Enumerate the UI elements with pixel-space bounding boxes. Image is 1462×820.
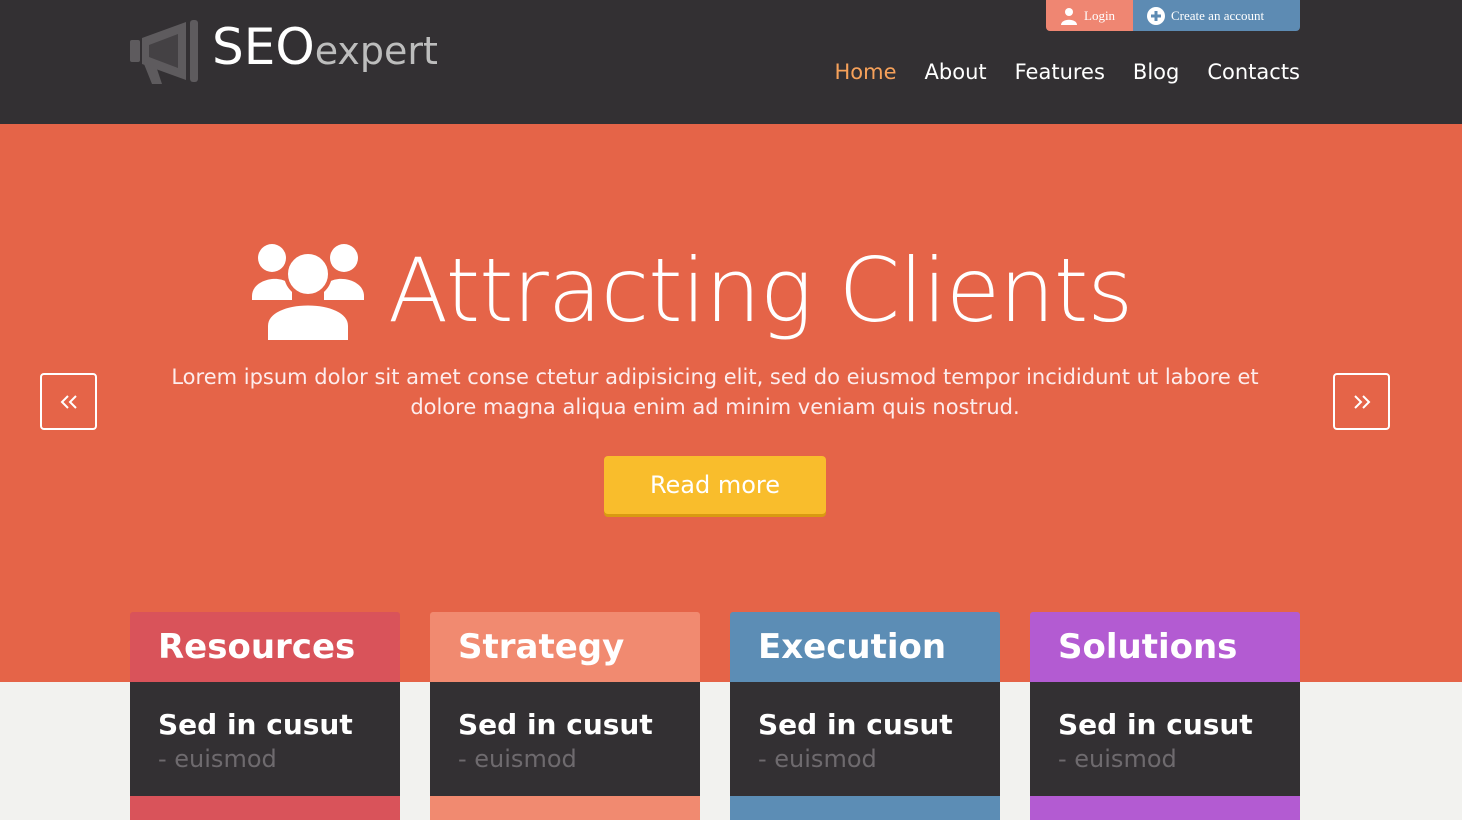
create-account-label: Create an account <box>1171 7 1265 23</box>
card-caption: - euismod <box>1058 744 1177 773</box>
users-group-icon <box>252 244 364 344</box>
nav-item-home[interactable]: Home <box>835 60 897 84</box>
card-subtitle: Sed in cusut <box>1058 708 1253 741</box>
card-subtitle: Sed in cusut <box>758 708 953 741</box>
card-caption: - euismod <box>158 744 277 773</box>
site-header: SEOexpert Login Create an account Home A… <box>0 0 1462 124</box>
user-icon <box>1061 7 1077 25</box>
nav-item-contacts[interactable]: Contacts <box>1207 60 1300 84</box>
hero-title: Attracting Clients <box>388 239 1133 342</box>
card-footer <box>430 796 700 820</box>
megaphone-icon <box>130 20 198 84</box>
card-footer <box>730 796 1000 820</box>
card-body: Sed in cusut - euismod <box>1030 682 1300 796</box>
login-button[interactable]: Login <box>1046 0 1133 31</box>
logo-brand-main: SEO <box>212 18 315 76</box>
hero-title-row: Attracting Clients <box>252 236 1133 346</box>
card-header: Strategy <box>430 612 700 682</box>
card-title: Execution <box>758 627 947 667</box>
card-body: Sed in cusut - euismod <box>730 682 1000 796</box>
card-header: Resources <box>130 612 400 682</box>
card-title: Resources <box>158 627 356 667</box>
site-logo[interactable]: SEOexpert <box>128 18 458 88</box>
double-chevron-right-icon <box>1353 394 1370 409</box>
card-body: Sed in cusut - euismod <box>130 682 400 796</box>
card-title: Solutions <box>1058 627 1238 667</box>
card-body: Sed in cusut - euismod <box>430 682 700 796</box>
main-nav: Home About Features Blog Contacts <box>835 60 1300 84</box>
hero-slider: Attracting Clients Lorem ipsum dolor sit… <box>0 124 1462 682</box>
card-footer <box>130 796 400 820</box>
nav-item-blog[interactable]: Blog <box>1133 60 1179 84</box>
slider-next-button[interactable] <box>1333 373 1390 430</box>
card-strategy[interactable]: Strategy Sed in cusut - euismod <box>430 612 700 820</box>
login-label: Login <box>1084 7 1116 23</box>
card-footer <box>1030 796 1300 820</box>
card-header: Solutions <box>1030 612 1300 682</box>
card-solutions[interactable]: Solutions Sed in cusut - euismod <box>1030 612 1300 820</box>
create-account-button[interactable]: Create an account <box>1133 0 1300 31</box>
nav-item-features[interactable]: Features <box>1015 60 1105 84</box>
card-header: Execution <box>730 612 1000 682</box>
card-execution[interactable]: Execution Sed in cusut - euismod <box>730 612 1000 820</box>
card-title: Strategy <box>458 627 625 667</box>
card-resources[interactable]: Resources Sed in cusut - euismod <box>130 612 400 820</box>
card-subtitle: Sed in cusut <box>158 708 353 741</box>
slider-prev-button[interactable] <box>40 373 97 430</box>
plus-circle-icon <box>1147 6 1165 25</box>
logo-brand-sub: expert <box>314 29 438 73</box>
card-subtitle: Sed in cusut <box>458 708 653 741</box>
read-more-button[interactable]: Read more <box>604 456 826 514</box>
auth-bar: Login Create an account <box>1046 0 1300 31</box>
hero-description: Lorem ipsum dolor sit amet conse ctetur … <box>171 365 1259 419</box>
card-caption: - euismod <box>458 744 577 773</box>
nav-item-about[interactable]: About <box>925 60 987 84</box>
double-chevron-left-icon <box>60 394 77 409</box>
card-caption: - euismod <box>758 744 877 773</box>
logo-text: SEOexpert <box>212 22 438 72</box>
